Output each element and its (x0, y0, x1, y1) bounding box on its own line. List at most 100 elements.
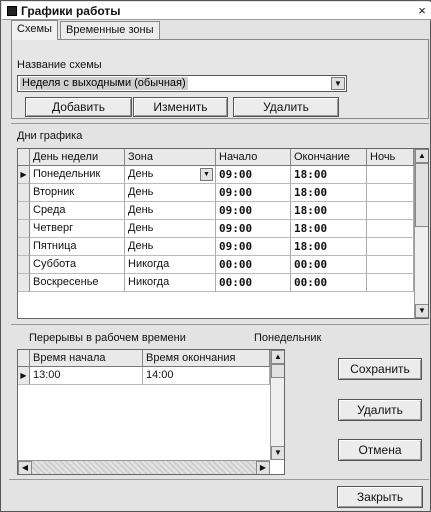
cell-zone[interactable]: День (125, 202, 216, 220)
row-header (18, 238, 30, 256)
table-row[interactable]: Четверг День 09:00 18:00 (18, 220, 414, 238)
table-row[interactable]: Пятница День 09:00 18:00 (18, 238, 414, 256)
cell-night[interactable] (367, 274, 414, 292)
delete-break-button[interactable]: Удалить (338, 399, 422, 421)
window-icon (7, 6, 17, 16)
cell-start[interactable]: 09:00 (216, 184, 291, 202)
cell-end[interactable]: 00:00 (291, 256, 367, 274)
scroll-down-icon[interactable]: ▼ (415, 304, 428, 318)
scroll-thumb[interactable] (415, 163, 428, 227)
close-icon[interactable]: × (414, 3, 430, 19)
cell-start[interactable]: 09:00 (216, 202, 291, 220)
cell-day[interactable]: Четверг (30, 220, 125, 238)
close-button[interactable]: Закрыть (337, 486, 423, 508)
cell-end[interactable]: 00:00 (291, 274, 367, 292)
table-row[interactable]: ▶ 13:00 14:00 (18, 367, 270, 385)
table-row[interactable]: Суббота Никогда 00:00 00:00 (18, 256, 414, 274)
cell-end[interactable]: 18:00 (291, 184, 367, 202)
days-grid: День недели Зона Начало Окончание Ночь ▶… (17, 148, 429, 319)
days-section-label: Дни графика (17, 130, 83, 142)
window-title: Графики работы (21, 4, 121, 18)
add-scheme-button[interactable]: Добавить (25, 97, 132, 117)
cell-day[interactable]: Вторник (30, 184, 125, 202)
breaks-current-day: Понедельник (254, 332, 322, 344)
title-bar[interactable]: Графики работы × (2, 2, 431, 20)
row-header (18, 220, 30, 238)
column-header-start[interactable]: Начало (216, 149, 291, 166)
scroll-up-icon[interactable]: ▲ (271, 350, 284, 364)
cell-end[interactable]: 18:00 (291, 220, 367, 238)
scroll-left-icon[interactable]: ◀ (18, 461, 32, 474)
column-header-break-end[interactable]: Время окончания (143, 350, 270, 367)
cell-break-end[interactable]: 14:00 (143, 367, 270, 385)
scheme-name-label: Название схемы (17, 59, 102, 71)
scroll-down-icon[interactable]: ▼ (271, 446, 284, 460)
table-row[interactable]: Вторник День 09:00 18:00 (18, 184, 414, 202)
row-header (18, 184, 30, 202)
tab-time-zones[interactable]: Временные зоны (60, 21, 160, 40)
days-scrollbar[interactable]: ▲ ▼ (414, 149, 428, 318)
cell-zone[interactable]: День ▼ (125, 166, 216, 184)
cancel-button[interactable]: Отмена (338, 439, 422, 461)
table-row[interactable]: Воскресенье Никогда 00:00 00:00 (18, 274, 414, 292)
column-header-end[interactable]: Окончание (291, 149, 367, 166)
row-header (18, 202, 30, 220)
cell-end[interactable]: 18:00 (291, 166, 367, 184)
grid-corner (18, 350, 30, 367)
cell-night[interactable] (367, 220, 414, 238)
cell-day[interactable]: Среда (30, 202, 125, 220)
cell-night[interactable] (367, 166, 414, 184)
scroll-thumb[interactable] (271, 364, 284, 378)
cell-zone[interactable]: День (125, 238, 216, 256)
breaks-vscrollbar[interactable]: ▲ ▼ (270, 350, 284, 460)
column-header-zone[interactable]: Зона (125, 149, 216, 166)
grid-corner (18, 149, 30, 166)
cell-end[interactable]: 18:00 (291, 202, 367, 220)
cell-day[interactable]: Понедельник (30, 166, 125, 184)
edit-scheme-button[interactable]: Изменить (133, 97, 228, 117)
cell-night[interactable] (367, 202, 414, 220)
breaks-hscrollbar[interactable]: ◀ ▶ (18, 460, 270, 474)
column-header-break-start[interactable]: Время начала (30, 350, 143, 367)
row-header (18, 274, 30, 292)
cell-day[interactable]: Воскресенье (30, 274, 125, 292)
save-button[interactable]: Сохранить (338, 358, 422, 380)
chevron-down-icon[interactable]: ▼ (200, 168, 213, 181)
cell-zone[interactable]: Никогда (125, 256, 216, 274)
cell-start[interactable]: 09:00 (216, 238, 291, 256)
breaks-section-label: Перерывы в рабочем времени (29, 332, 186, 344)
cell-zone-text: День (128, 168, 154, 180)
table-row[interactable]: Среда День 09:00 18:00 (18, 202, 414, 220)
cell-start[interactable]: 00:00 (216, 274, 291, 292)
row-header (18, 256, 30, 274)
cell-night[interactable] (367, 184, 414, 202)
cell-break-start[interactable]: 13:00 (30, 367, 143, 385)
scheme-select-value: Неделя с выходными (обычная) (20, 77, 188, 90)
divider (11, 123, 429, 124)
cell-start[interactable]: 09:00 (216, 166, 291, 184)
cell-night[interactable] (367, 238, 414, 256)
scroll-up-icon[interactable]: ▲ (415, 149, 428, 163)
column-header-night[interactable]: Ночь (367, 149, 414, 166)
cell-day[interactable]: Пятница (30, 238, 125, 256)
cell-zone[interactable]: Никогда (125, 274, 216, 292)
cell-day[interactable]: Суббота (30, 256, 125, 274)
cell-end[interactable]: 18:00 (291, 238, 367, 256)
cell-start[interactable]: 09:00 (216, 220, 291, 238)
tab-schemes[interactable]: Схемы (11, 20, 58, 40)
schedules-window: Графики работы × Схемы Временные зоны На… (0, 0, 431, 512)
scroll-right-icon[interactable]: ▶ (256, 461, 270, 474)
cell-zone[interactable]: День (125, 220, 216, 238)
chevron-down-icon[interactable]: ▼ (331, 77, 345, 90)
row-pointer-icon: ▶ (18, 367, 30, 385)
row-pointer-icon: ▶ (18, 166, 30, 184)
breaks-grid: Время начала Время окончания ▶ 13:00 14:… (17, 349, 285, 475)
cell-start[interactable]: 00:00 (216, 256, 291, 274)
scheme-select[interactable]: Неделя с выходными (обычная) ▼ (17, 75, 347, 92)
table-row[interactable]: ▶ Понедельник День ▼ 09:00 18:00 (18, 166, 414, 184)
cell-zone[interactable]: День (125, 184, 216, 202)
cell-night[interactable] (367, 256, 414, 274)
delete-scheme-button[interactable]: Удалить (233, 97, 339, 117)
column-header-day[interactable]: День недели (30, 149, 125, 166)
divider (11, 324, 429, 325)
